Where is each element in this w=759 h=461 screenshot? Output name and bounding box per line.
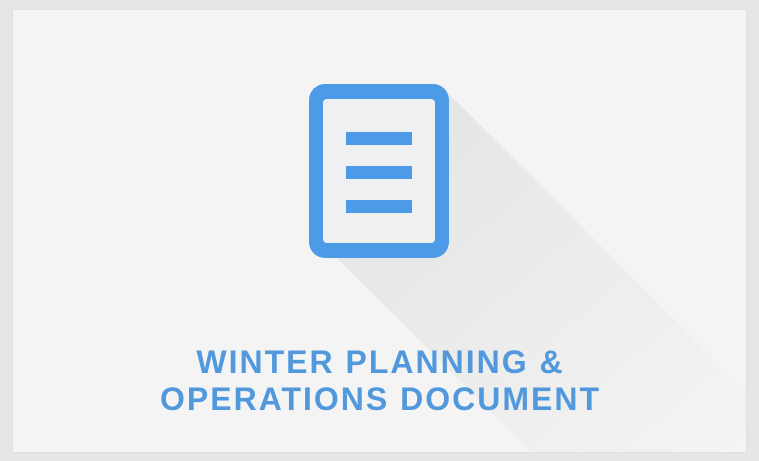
text-line-1 xyxy=(346,132,412,145)
card-title-line-2: OPERATIONS DOCUMENT xyxy=(160,381,601,417)
text-line-2 xyxy=(346,166,412,179)
document-icon xyxy=(309,84,449,258)
document-card[interactable]: WINTER PLANNING & OPERATIONS DOCUMENT xyxy=(12,9,747,453)
text-line-3 xyxy=(346,200,412,213)
card-title-line-1: WINTER PLANNING & xyxy=(196,344,565,380)
